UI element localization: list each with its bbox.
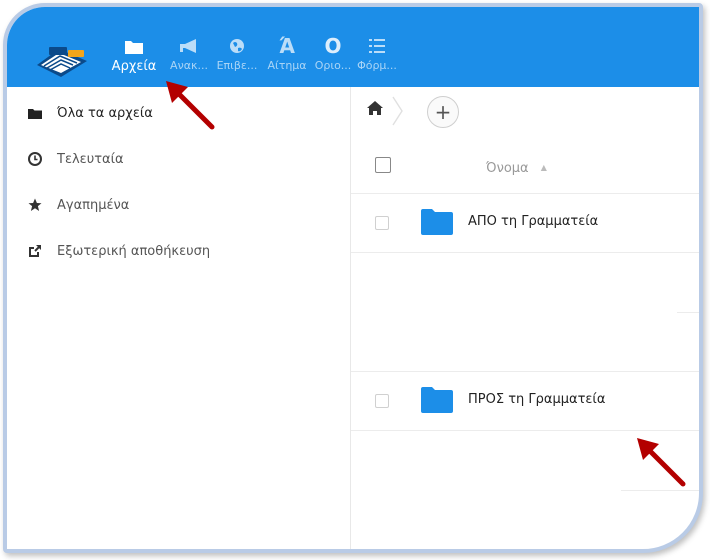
app-label: Οριο... xyxy=(314,59,352,72)
annotation-arrow-icon xyxy=(166,81,215,130)
sidebar-item-favorites[interactable]: Αγαπημένα xyxy=(7,185,350,225)
megaphone-icon xyxy=(169,35,209,57)
file-select-checkbox[interactable] xyxy=(375,394,389,408)
star-icon xyxy=(27,197,43,213)
select-all-checkbox[interactable] xyxy=(375,157,391,173)
clock-icon xyxy=(27,151,43,167)
sidebar: Όλα τα αρχεία Τελευταία Αγαπημένα Εξωτερ… xyxy=(7,87,351,549)
folder-icon xyxy=(421,387,453,413)
column-name-label: Όνομα xyxy=(486,161,529,176)
file-row[interactable]: ΠΡΟΣ τη Γραμματεία xyxy=(351,372,699,431)
file-name[interactable]: ΠΡΟΣ τη Γραμματεία xyxy=(468,392,605,407)
file-list-header: Όνομα ▲ xyxy=(351,141,699,194)
list-icon xyxy=(357,35,397,57)
file-name[interactable]: ΑΠΟ τη Γραμματεία xyxy=(468,214,598,229)
sidebar-item-label: Όλα τα αρχεία xyxy=(57,105,153,121)
new-file-button[interactable]: + xyxy=(427,96,459,128)
app-limits[interactable]: O Οριο... xyxy=(313,34,353,85)
app-label: Αρχεία xyxy=(111,59,157,74)
circle-o-icon: O xyxy=(324,34,342,58)
sidebar-item-label: Εξωτερική αποθήκευση xyxy=(57,243,211,259)
folder-icon xyxy=(421,209,453,235)
app-files[interactable]: Αρχεία xyxy=(105,35,163,85)
sidebar-item-label: Τελευταία xyxy=(57,151,124,167)
annotation-arrow-icon xyxy=(637,438,686,487)
top-navigation-bar: Αρχεία Ανακ... Επιβε... Ά Αίτημα O Οριο.… xyxy=(7,7,699,87)
home-icon[interactable] xyxy=(367,101,383,115)
file-select-checkbox[interactable] xyxy=(375,216,389,230)
app-window: Αρχεία Ανακ... Επιβε... Ά Αίτημα O Οριο.… xyxy=(3,3,703,553)
divider xyxy=(621,490,699,491)
sidebar-item-recent[interactable]: Τελευταία xyxy=(7,139,350,179)
app-label: Επιβε... xyxy=(216,59,258,72)
globe-icon xyxy=(215,35,259,57)
app-label: Αίτημα xyxy=(267,59,307,72)
app-label: Ανακ... xyxy=(170,59,208,72)
app-forms[interactable]: Φόρμ... xyxy=(357,35,397,85)
folder-icon xyxy=(105,35,163,57)
column-name-sort[interactable]: Όνομα ▲ xyxy=(486,161,547,176)
breadcrumb: + xyxy=(351,87,699,133)
sidebar-item-label: Αγαπημένα xyxy=(57,197,130,213)
diek-logo[interactable] xyxy=(35,45,89,79)
sort-ascending-icon: ▲ xyxy=(540,163,547,172)
external-link-icon xyxy=(27,243,43,259)
sidebar-item-external-storage[interactable]: Εξωτερική αποθήκευση xyxy=(7,231,350,271)
folder-icon xyxy=(27,105,43,121)
app-verification[interactable]: Επιβε... xyxy=(215,35,259,85)
app-request[interactable]: Ά Αίτημα xyxy=(265,34,309,85)
file-row[interactable]: ΑΠΟ τη Γραμματεία xyxy=(351,194,699,253)
divider xyxy=(677,312,699,313)
text-a-icon: Ά xyxy=(279,34,295,58)
app-label: Φόρμ... xyxy=(357,59,397,72)
breadcrumb-separator-icon xyxy=(392,96,403,126)
